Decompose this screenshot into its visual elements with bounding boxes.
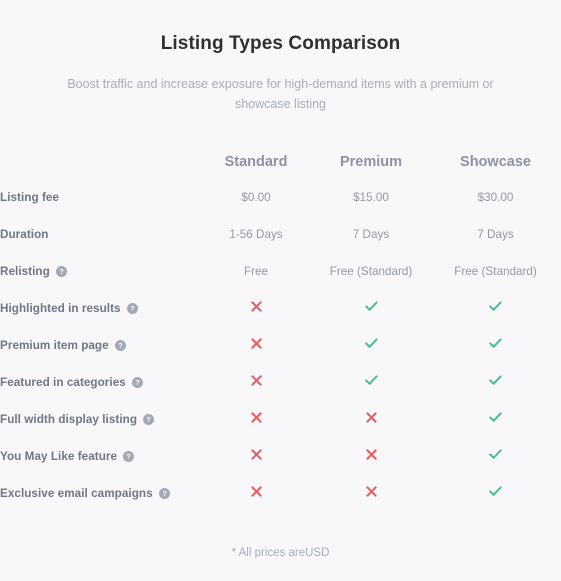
- svg-text:?: ?: [130, 304, 135, 313]
- cross-icon: [365, 449, 377, 461]
- help-circle-icon[interactable]: ?: [143, 413, 155, 425]
- help-circle-icon[interactable]: ?: [114, 339, 126, 351]
- column-header-features: [0, 145, 200, 179]
- column-header-standard: Standard: [224, 153, 288, 170]
- table-row: Featured in categories?: [0, 364, 561, 401]
- row-label-cell: Featured in categories?: [0, 364, 200, 401]
- cell-premium: [312, 475, 430, 512]
- table-row: Premium item page?: [0, 327, 561, 364]
- cell-premium: [312, 401, 430, 438]
- row-label-cell: Premium item page?: [0, 327, 200, 364]
- cell-showcase: Free (Standard): [454, 264, 537, 278]
- row-label-cell: Highlighted in results?: [0, 290, 200, 327]
- help-circle-icon[interactable]: ?: [131, 376, 143, 388]
- table-row: Listing fee $0.00 $15.00 $30.00: [0, 179, 561, 216]
- cell-showcase: [430, 364, 561, 401]
- help-circle-icon[interactable]: ?: [55, 265, 67, 277]
- svg-text:?: ?: [126, 452, 131, 461]
- cross-icon: [365, 486, 377, 498]
- row-label-text: Listing fee: [0, 191, 59, 205]
- help-circle-icon[interactable]: ?: [123, 450, 135, 462]
- row-label-cell: Exclusive email campaigns?: [0, 475, 200, 512]
- table-header-row: Standard Premium Showcase: [0, 145, 561, 179]
- cell-showcase: $30.00: [477, 190, 514, 204]
- cell-standard: [200, 364, 312, 401]
- cell-standard: [200, 438, 312, 475]
- check-icon: [364, 375, 378, 386]
- cell-standard: Free: [243, 264, 269, 278]
- row-label-text: Featured in categories: [0, 376, 126, 390]
- cross-icon: [250, 449, 262, 461]
- row-label-text: Full width display listing: [0, 413, 138, 427]
- table-header: Standard Premium Showcase: [0, 145, 561, 179]
- svg-text:?: ?: [146, 415, 151, 424]
- cell-premium: $15.00: [353, 190, 389, 204]
- row-label-cell: Listing fee: [0, 179, 200, 216]
- cross-icon: [250, 412, 262, 424]
- svg-text:?: ?: [162, 489, 167, 498]
- table-row: Relisting? Free Free (Standard) Free (Stand…: [0, 253, 561, 290]
- cross-icon: [250, 301, 262, 313]
- cross-icon: [365, 412, 377, 424]
- column-header-showcase: Showcase: [460, 153, 531, 170]
- price-footnote: * All prices areUSD: [231, 547, 330, 559]
- cell-showcase: 7 Days: [477, 227, 514, 241]
- cell-premium: [312, 364, 430, 401]
- page-title: Listing Types Comparison: [160, 33, 401, 54]
- row-label-text: Relisting: [0, 265, 50, 279]
- row-label-cell: You May Like feature?: [0, 438, 200, 475]
- cross-icon: [250, 486, 262, 498]
- cross-icon: [250, 375, 262, 387]
- row-label-text: Highlighted in results: [0, 302, 121, 316]
- table-row: Duration 1-56 Days 7 Days 7 Days: [0, 216, 561, 253]
- table-row: Full width display listing?: [0, 401, 561, 438]
- check-icon: [489, 338, 502, 349]
- cell-standard: $0.00: [241, 190, 271, 204]
- cell-premium: [312, 290, 430, 327]
- row-label-text: Duration: [0, 228, 49, 242]
- check-icon: [489, 412, 502, 423]
- check-icon: [489, 486, 502, 497]
- cell-standard: 1-56 Days: [229, 227, 283, 241]
- cell-showcase: [430, 438, 561, 475]
- cell-showcase: [430, 401, 561, 438]
- check-icon: [489, 301, 502, 312]
- cell-showcase: [430, 290, 561, 327]
- help-circle-icon[interactable]: ?: [126, 302, 138, 314]
- page-header: Listing Types Comparison Boost traffic a…: [0, 0, 561, 115]
- cell-premium: [312, 438, 430, 475]
- check-icon: [364, 301, 378, 312]
- row-label-text: Exclusive email campaigns: [0, 487, 153, 501]
- row-label-cell: Duration: [0, 216, 200, 253]
- svg-text:?: ?: [59, 267, 64, 276]
- row-label-text: You May Like feature: [0, 450, 118, 464]
- check-icon: [364, 338, 378, 349]
- table-row: Highlighted in results?: [0, 290, 561, 327]
- table-body: Listing fee $0.00 $15.00 $30.00 Duration 1-56…: [0, 179, 561, 512]
- help-circle-icon[interactable]: ?: [158, 487, 170, 499]
- table-row: You May Like feature?: [0, 438, 561, 475]
- check-icon: [489, 375, 502, 386]
- cross-icon: [250, 338, 262, 350]
- page-subtitle: Boost traffic and increase exposure for …: [67, 76, 494, 112]
- cell-premium: 7 Days: [352, 227, 390, 241]
- cell-standard: [200, 327, 312, 364]
- check-icon: [489, 449, 502, 460]
- cell-showcase: [430, 327, 561, 364]
- cell-standard: [200, 290, 312, 327]
- svg-text:?: ?: [135, 378, 140, 387]
- cell-premium: Free (Standard): [329, 264, 413, 278]
- cell-showcase: [430, 475, 561, 512]
- cell-standard: [200, 475, 312, 512]
- column-header-premium: Premium: [339, 153, 403, 170]
- table-row: Exclusive email campaigns?: [0, 475, 561, 512]
- cell-standard: [200, 401, 312, 438]
- cell-premium: [312, 327, 430, 364]
- row-label-text: Premium item page: [0, 339, 109, 353]
- svg-text:?: ?: [118, 341, 123, 350]
- row-label-cell: Relisting?: [0, 253, 200, 290]
- comparison-table: Standard Premium Showcase Listing fee $0.…: [0, 145, 561, 512]
- listing-types-comparison-page: Listing Types Comparison Boost traffic a…: [0, 0, 561, 581]
- row-label-cell: Full width display listing?: [0, 401, 200, 438]
